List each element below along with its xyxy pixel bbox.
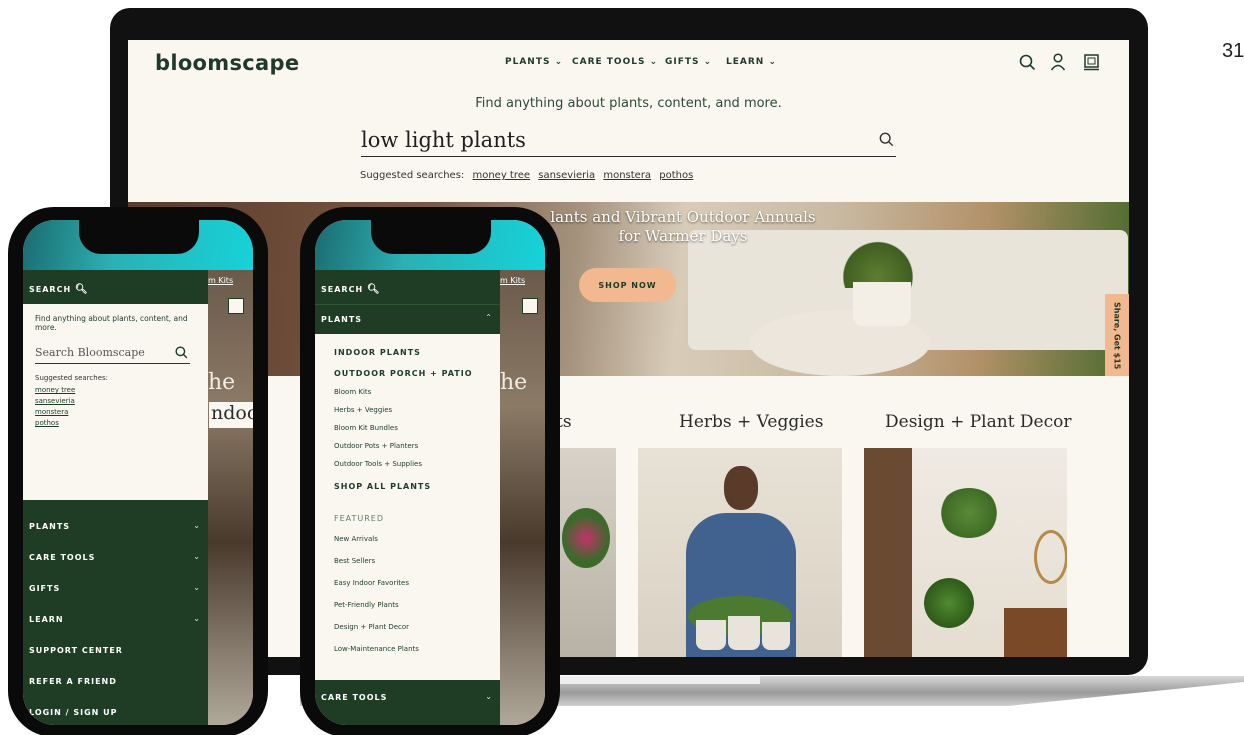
phone-left: m Kits he ndoo SEARCH 🔍︎ Find anything a… (8, 207, 268, 735)
logo[interactable]: bloomscape (155, 51, 299, 75)
menu-item-refer-a-friend[interactable]: REFER A FRIEND (29, 677, 117, 686)
suggestion-link[interactable]: sansevieria (538, 170, 595, 181)
shop-all-plants-link[interactable]: SHOP ALL PLANTS (334, 482, 431, 491)
submenu-item[interactable]: Outdoor Tools + Supplies (334, 460, 422, 468)
background-page-peek: m Kits he (500, 270, 545, 725)
suggestion-link[interactable]: monstera (603, 170, 651, 181)
search-icon[interactable] (1019, 54, 1036, 75)
search-icon: 🔍︎ (74, 284, 89, 295)
chevron-down-icon: ⌄ (554, 57, 564, 67)
featured-item[interactable]: Low-Maintenance Plants (334, 645, 419, 653)
search-label: SEARCH 🔍︎ (29, 284, 89, 295)
hero-plant-image (843, 232, 913, 288)
user-icon[interactable] (1050, 53, 1066, 75)
desktop-screen: bloomscape PLANTS ⌄ CARE TOOLS ⌄ GIFTS ⌄… (128, 40, 1129, 657)
chevron-up-icon: ⌃ (485, 313, 492, 322)
cart-icon (228, 298, 244, 314)
featured-item[interactable]: Pet-Friendly Plants (334, 601, 399, 609)
chevron-down-icon: ⌄ (703, 57, 713, 67)
mobile-menu: PLANTS ⌄ CARE TOOLS ⌄ GIFTS ⌄ LEARN ⌄ SUPPOR… (23, 500, 208, 725)
chevron-down-icon: ⌄ (768, 57, 777, 67)
top-nav: bloomscape PLANTS ⌄ CARE TOOLS ⌄ GIFTS ⌄… (128, 40, 1129, 88)
cart-icon[interactable] (1083, 53, 1100, 75)
search-input[interactable]: low light plants (361, 128, 526, 152)
phone-right: m Kits he SEARCH 🔍︎ PLANTS ⌃ INDOOR PLAN… (300, 207, 560, 735)
suggestion-link[interactable]: money tree (472, 170, 530, 181)
search-icon: 🔍︎ (366, 284, 381, 295)
category-label-herbs-veggies[interactable]: Herbs + Veggies (679, 412, 823, 432)
suggestion-link[interactable]: pothos (659, 170, 693, 181)
search-submit-icon[interactable] (879, 132, 894, 151)
menu-item-care-tools[interactable]: CARE TOOLS (29, 553, 95, 562)
featured-heading: FEATURED (334, 514, 385, 523)
phone-left-screen: m Kits he ndoo SEARCH 🔍︎ Find anything a… (23, 220, 253, 725)
menu-item-care-tools[interactable]: CARE TOOLS ⌄ (315, 680, 500, 725)
shop-now-button[interactable]: SHOP NOW (579, 268, 676, 302)
featured-item[interactable]: Best Sellers (334, 557, 375, 565)
suggestion-link[interactable]: money tree (35, 386, 75, 394)
featured-item[interactable]: Design + Plant Decor (334, 623, 409, 631)
hero-pot-image (853, 282, 911, 326)
chevron-down-icon: ⌄ (193, 614, 200, 623)
menu-item-support-center[interactable]: SUPPORT CENTER (29, 646, 123, 655)
chevron-down-icon: ⌄ (649, 57, 659, 67)
nav-item-gifts[interactable]: GIFTS ⌄ (665, 57, 712, 67)
submenu-item[interactable]: Bloom Kit Bundles (334, 424, 398, 432)
phone-right-screen: m Kits he SEARCH 🔍︎ PLANTS ⌃ INDOOR PLAN… (315, 220, 545, 725)
search-input[interactable]: Search Bloomscape (35, 346, 145, 359)
featured-item[interactable]: New Arrivals (334, 535, 378, 543)
cart-icon (522, 298, 538, 314)
search-bar[interactable]: SEARCH 🔍︎ (23, 270, 208, 304)
search-icon[interactable] (175, 344, 188, 363)
background-page-peek: m Kits he (208, 270, 253, 725)
plants-submenu: INDOOR PLANTS OUTDOOR PORCH + PATIO Bloo… (315, 334, 500, 680)
suggested-searches: Suggested searches: money tree sansevier… (360, 170, 694, 181)
category-image-herbs[interactable] (638, 448, 842, 657)
search-prompt: Find anything about plants, content, and… (475, 96, 782, 111)
search-label: SEARCH 🔍︎ (321, 284, 381, 295)
hero-banner: lants and Vibrant Outdoor Annuals for Wa… (128, 202, 1129, 376)
suggestion-link[interactable]: pothos (35, 419, 59, 427)
submenu-heading-outdoor[interactable]: OUTDOOR PORCH + PATIO (334, 369, 473, 378)
submenu-item[interactable]: Outdoor Pots + Planters (334, 442, 418, 450)
suggestion-link[interactable]: sansevieria (35, 397, 75, 405)
submenu-item[interactable]: Bloom Kits (334, 388, 371, 396)
submenu-item[interactable]: Herbs + Veggies (334, 406, 392, 414)
chevron-down-icon: ⌄ (193, 552, 200, 561)
menu-item-plants-open[interactable]: PLANTS ⌃ (315, 304, 500, 334)
menu-item-learn[interactable]: LEARN (29, 615, 64, 624)
category-image-decor[interactable] (864, 448, 1067, 657)
category-image-flowers[interactable] (558, 448, 616, 657)
nav-item-care-tools[interactable]: CARE TOOLS ⌄ (572, 57, 658, 67)
slide-number: 31 (1222, 40, 1244, 62)
category-label-design-plant-decor[interactable]: Design + Plant Decor (885, 412, 1072, 432)
menu-item-login-sign-up[interactable]: LOGIN / SIGN UP (29, 708, 118, 717)
featured-item[interactable]: Easy Indoor Favorites (334, 579, 409, 587)
laptop-hinge (560, 676, 760, 684)
share-get-15-tab[interactable]: Share, Get $15 (1105, 294, 1129, 376)
search-panel: Find anything about plants, content, and… (23, 304, 208, 500)
chevron-down-icon: ⌄ (193, 583, 200, 592)
menu-item-plants[interactable]: PLANTS (29, 522, 70, 531)
chevron-down-icon: ⌄ (485, 692, 492, 701)
nav-item-learn[interactable]: LEARN ⌄ (726, 57, 777, 67)
submenu-heading-indoor[interactable]: INDOOR PLANTS (334, 348, 421, 357)
hero-title: lants and Vibrant Outdoor Annuals for Wa… (550, 208, 816, 245)
search-bar[interactable]: SEARCH 🔍︎ (315, 270, 500, 304)
search-underline (361, 156, 896, 157)
chevron-down-icon: ⌄ (193, 521, 200, 530)
menu-item-gifts[interactable]: GIFTS (29, 584, 60, 593)
suggestion-link[interactable]: monstera (35, 408, 68, 416)
nav-item-plants[interactable]: PLANTS ⌄ (505, 57, 563, 67)
